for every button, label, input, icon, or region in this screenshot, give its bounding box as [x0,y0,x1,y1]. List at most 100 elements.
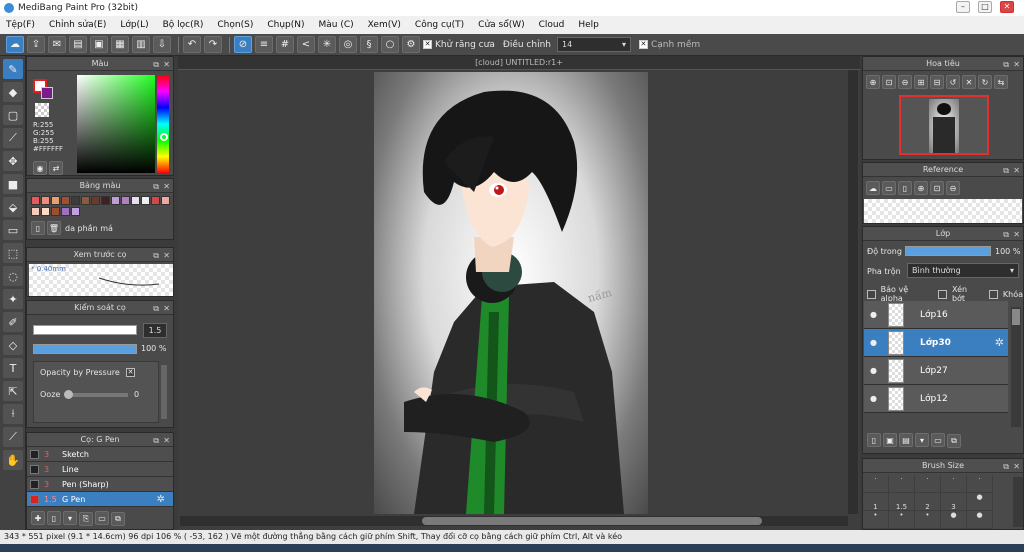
navigator-thumbnail[interactable] [899,95,989,155]
select-rect-icon[interactable]: ▢ [3,105,23,125]
shape-fill-icon[interactable]: ■ [3,174,23,194]
brush-size-cell[interactable]: • [889,511,915,529]
copy-brush-icon[interactable]: ⎘ [79,511,93,526]
close-icon[interactable]: ✕ [163,434,170,447]
add-layer-menu-icon[interactable]: ▾ [915,433,929,447]
fit-window-icon[interactable]: ⊟ [930,75,944,89]
magic-wand-icon[interactable]: ✦ [3,289,23,309]
cloud-icon[interactable]: ☁ [6,36,24,53]
palette-swatch[interactable] [121,196,130,205]
blend-mode-select[interactable]: Bình thường ▾ [907,263,1019,278]
brush-item[interactable]: 3 Sketch [27,447,173,462]
palette-swatch[interactable] [161,196,170,205]
hue-slider[interactable] [157,75,169,173]
menu-view[interactable]: Xem(V) [368,20,401,30]
redo-icon[interactable]: ↷ [204,36,222,53]
lasso-icon[interactable]: ◌ [3,266,23,286]
reference-canvas[interactable] [864,199,1022,223]
swap-icon[interactable]: ⇄ [49,161,63,175]
brush-item-selected[interactable]: 1.5 G Pen ✲ [27,492,173,507]
saturation-value-picker[interactable] [77,75,155,173]
brush-size-cell[interactable]: · [915,475,941,493]
hand-icon[interactable]: ✋ [3,450,23,470]
divide-icon[interactable]: ⟋ [3,427,23,447]
snap-radial-icon[interactable]: ✳ [318,36,336,53]
zoom-reset-icon[interactable]: ⊞ [914,75,928,89]
new-layer-icon[interactable]: ▯ [867,433,881,447]
fill-icon[interactable]: ⬙ [3,197,23,217]
eyedropper-icon[interactable]: ⟊ [3,404,23,424]
opacity-pressure-checkbox[interactable]: ✕ [126,368,135,377]
folder-icon[interactable]: ▭ [882,181,896,195]
new-palette-icon[interactable]: ▯ [31,221,45,235]
save-icon[interactable]: ▣ [90,36,108,53]
zoom-fit-icon[interactable]: ⊡ [930,181,944,195]
undock-icon[interactable]: ⧉ [153,249,159,262]
protect-alpha-checkbox[interactable] [867,289,876,299]
new-brush-icon[interactable]: ▯ [47,511,61,525]
gradient-icon[interactable]: ▭ [3,220,23,240]
flip-icon[interactable]: ⇆ [994,75,1008,89]
zoom-in-icon[interactable]: ⊕ [866,75,880,89]
palette-swatch[interactable] [151,196,160,205]
brush-size-cell[interactable]: 2 [915,493,941,511]
undock-icon[interactable]: ⧉ [1003,164,1009,177]
maximize-button[interactable]: □ [978,1,992,13]
new-halftone-layer-icon[interactable]: ▣ [883,433,897,447]
comment-icon[interactable]: ✉ [48,36,66,53]
brush-options-scrollbar[interactable] [161,365,167,419]
menu-window[interactable]: Cửa sổ(W) [478,20,524,30]
palette-swatch[interactable] [101,196,110,205]
palette-swatch[interactable] [111,196,120,205]
snap-cross-icon[interactable]: # [276,36,294,53]
layer-row[interactable]: ● Lớp27 [864,357,1008,385]
eraser-icon[interactable]: ◆ [3,82,23,102]
brush-size-cell[interactable]: ● [941,511,967,529]
select-icon[interactable]: ⬚ [3,243,23,263]
artwork-canvas[interactable]: nấm [374,72,648,514]
minimize-button[interactable]: – [956,1,970,13]
undock-icon[interactable]: ⧉ [153,58,159,71]
eyedropper-icon[interactable]: ◉ [33,161,47,175]
folder-icon[interactable]: ▭ [95,511,109,525]
brush-size-value[interactable]: 1.5 [143,323,167,338]
snap-off-icon[interactable]: ⊘ [234,36,252,53]
rotate-reset-icon[interactable]: ✕ [962,75,976,89]
undo-icon[interactable]: ↶ [183,36,201,53]
menu-edit[interactable]: Chỉnh sửa(E) [49,20,106,30]
brush-size-cell[interactable]: · [863,475,889,493]
menu-select[interactable]: Chọn(S) [217,20,253,30]
brush-size-cell[interactable]: 1.5 [889,493,915,511]
palette-swatch[interactable] [141,196,150,205]
correction-select[interactable]: 14 ▾ [556,37,631,52]
visibility-eye-icon[interactable]: ● [870,366,880,376]
palette-swatch[interactable] [51,206,60,216]
select-eraser-icon[interactable]: ◇ [3,335,23,355]
close-icon[interactable]: ✕ [163,302,170,315]
document-tab[interactable]: [cloud] UNTITLED:r1+ [178,56,860,70]
antialias-checkbox[interactable]: ✕ [423,40,432,49]
brush-menu-icon[interactable]: ▾ [63,511,77,525]
duplicate-icon[interactable]: ⧉ [111,511,125,526]
palette-swatch[interactable] [31,196,40,205]
new-8bit-layer-icon[interactable]: ▤ [899,433,913,447]
brush-size-slider[interactable] [33,325,137,335]
delete-palette-icon[interactable]: 🗑 [47,221,61,235]
new-icon[interactable]: ▯ [898,181,912,195]
share-icon[interactable]: ⇪ [27,36,45,53]
add-brush-icon[interactable]: ✚ [31,511,45,525]
close-icon[interactable]: ✕ [1013,164,1020,177]
zoom-out-icon[interactable]: ⊖ [898,75,912,89]
snap-parallel-icon[interactable]: ≡ [255,36,273,53]
close-icon[interactable]: ✕ [163,180,170,193]
layer-row-selected[interactable]: ● Lớp30 ✲ [864,329,1008,357]
snap-ellipse-icon[interactable]: ○ [381,36,399,53]
export-icon[interactable]: ⇩ [153,36,171,53]
palette-swatch[interactable] [71,206,80,216]
layer-opacity-slider[interactable] [905,246,991,256]
close-icon[interactable]: ✕ [163,58,170,71]
soft-edge-checkbox[interactable]: ✕ [638,40,648,49]
rotate-right-icon[interactable]: ↻ [978,75,992,89]
operation-icon[interactable]: ⇱ [3,381,23,401]
undock-icon[interactable]: ⧉ [1003,228,1009,241]
